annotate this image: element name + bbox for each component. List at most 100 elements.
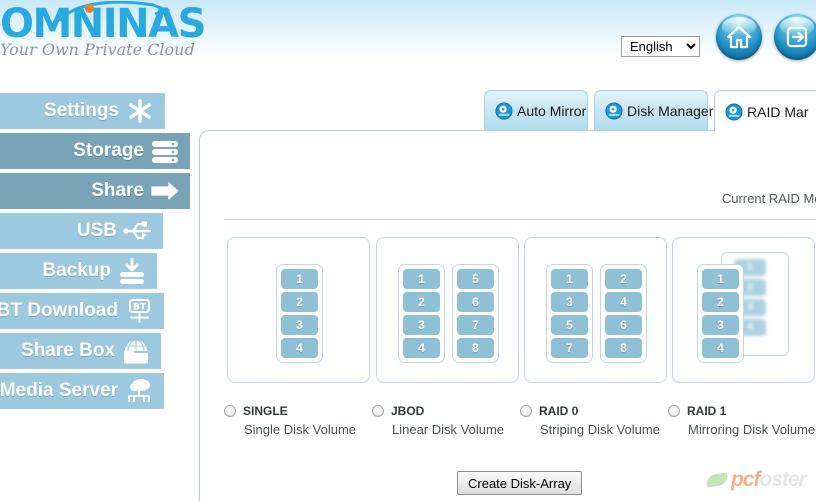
disk-column: 5 6 7 8	[452, 264, 499, 363]
radio-description: Striping Disk Volume	[540, 422, 660, 437]
tab-raid-manager[interactable]: RAID Mar	[714, 90, 816, 132]
disk-column: 1 2 3 4	[697, 264, 744, 363]
raid-diagram-raid0[interactable]: 1 3 5 7 2 4 6 8	[524, 237, 667, 383]
sidebar-item-label: Media Server	[0, 380, 118, 401]
radio-raid1[interactable]	[668, 405, 680, 417]
disk-slot: 1	[403, 269, 440, 289]
sidebar-item-label: Backup	[42, 260, 111, 281]
radio-label: SINGLE	[243, 404, 288, 418]
sidebar-item-label: BT Download	[0, 300, 118, 321]
disk-slot: 4	[403, 338, 440, 358]
create-disk-array-button[interactable]: Create Disk-Array	[457, 471, 583, 495]
disk-slot: 7	[457, 315, 494, 335]
radio-raid0[interactable]	[520, 405, 532, 417]
omninas-web-ui: OMNINAS Your Own Private Cloud English S…	[0, 0, 816, 501]
raid-diagram-jbod[interactable]: 1 2 3 4 5 6 7 8	[376, 237, 519, 383]
logout-icon	[786, 26, 808, 48]
radio-description: Single Disk Volume	[244, 422, 356, 437]
disk-slot: 2	[702, 292, 739, 312]
tab-label: RAID Mar	[747, 103, 809, 120]
logo-tagline: Your Own Private Cloud	[0, 40, 195, 59]
hard-disk-icon	[495, 101, 513, 120]
disk-column: 2 4 6 8	[600, 264, 647, 363]
radio-label: RAID 1	[687, 404, 727, 418]
home-icon	[726, 25, 752, 49]
disk-slot: 3	[702, 315, 739, 335]
raid-diagram-single[interactable]: 1 2 3 4	[227, 237, 370, 383]
disk-slot: 1	[281, 269, 318, 289]
raid-diagram-raid1[interactable]: 1 2 3 4 1 2 3 4	[672, 237, 815, 383]
sidebar-item-label: Settings	[44, 100, 119, 121]
watermark-part2: oster	[759, 468, 807, 491]
sidebar-item-share[interactable]: Share	[0, 173, 190, 209]
disk-slot: 1	[551, 269, 588, 289]
radio-description: Mirroring Disk Volume	[688, 422, 816, 437]
radio-label: JBOD	[391, 404, 425, 418]
tab-label: Disk Manager	[627, 102, 714, 119]
disk-slot: 8	[605, 338, 642, 358]
backup-icon	[115, 256, 149, 286]
disk-slot: 3	[551, 292, 588, 312]
current-raid-mode-label: Current RAID Mode	[721, 191, 816, 206]
pcfoster-watermark: pcf oster	[705, 468, 812, 492]
tab-disk-manager[interactable]: Disk Manager	[594, 90, 713, 130]
tab-label: Auto Mirror	[517, 102, 587, 119]
radio-single[interactable]	[224, 405, 236, 417]
disk-slot: 2	[605, 269, 642, 289]
sidebar-item-media-server[interactable]: Media Server	[0, 373, 164, 409]
disk-column: 1 2 3 4	[398, 264, 445, 363]
raid-option-single[interactable]: SINGLE Single Disk Volume	[224, 403, 374, 437]
sidebar-item-backup[interactable]: Backup	[0, 253, 157, 289]
divider	[224, 219, 816, 220]
disk-slot: 6	[605, 315, 642, 335]
disk-slot: 8	[457, 338, 494, 358]
main-navigation: Settings Storage Share USB Backup BT Dow…	[0, 93, 195, 413]
disk-slot: 7	[551, 338, 588, 358]
sidebar-item-share-box[interactable]: Share Box	[0, 333, 161, 369]
sidebar-item-label: Storage	[73, 140, 144, 161]
raid-option-raid0[interactable]: RAID 0 Striping Disk Volume	[520, 403, 670, 437]
sidebar-item-storage[interactable]: Storage	[0, 133, 190, 169]
disk-slot: 3	[403, 315, 440, 335]
disk-slot: 5	[457, 269, 494, 289]
home-button[interactable]	[716, 14, 762, 60]
sidebar-item-label: Share Box	[21, 340, 115, 361]
logout-button[interactable]	[774, 14, 816, 60]
share-box-icon	[119, 336, 153, 366]
bt-download-icon: BT	[122, 296, 156, 326]
svg-text:BT: BT	[133, 303, 147, 313]
sidebar-item-label: USB	[76, 220, 117, 241]
disk-slot: 2	[281, 292, 318, 312]
hard-disk-icon	[605, 101, 623, 120]
disk-column: 1 2 3 4	[276, 264, 323, 363]
hard-disk-icon	[725, 102, 743, 121]
disk-column: 1 3 5 7	[546, 264, 593, 363]
sidebar-item-bt-download[interactable]: BT Download BT	[0, 293, 164, 329]
radio-label: RAID 0	[539, 404, 579, 418]
disk-slot: 4	[281, 338, 318, 358]
disks-icon	[148, 136, 182, 166]
disk-slot: 4	[702, 338, 739, 358]
disk-slot: 1	[702, 269, 739, 289]
tools-icon	[123, 96, 157, 126]
tab-auto-mirror[interactable]: Auto Mirror	[484, 90, 588, 130]
brand-logo: OMNINAS Your Own Private Cloud	[0, 0, 206, 62]
raid-option-jbod[interactable]: JBOD Linear Disk Volume	[372, 403, 522, 437]
disk-slot: 2	[403, 292, 440, 312]
disk-slot: 5	[551, 315, 588, 335]
sidebar-item-settings[interactable]: Settings	[0, 93, 165, 129]
raid-option-raid1[interactable]: RAID 1 Mirroring Disk Volume	[668, 403, 816, 437]
disk-slot: 3	[281, 315, 318, 335]
sidebar-item-label: Share	[91, 180, 144, 201]
leaf-icon	[705, 472, 729, 488]
sidebar-item-usb[interactable]: USB	[0, 213, 163, 249]
media-server-icon	[122, 376, 156, 406]
usb-icon	[121, 216, 155, 246]
raid-manager-panel: Current RAID Mode 1 2 3 4 1 2 3 4	[199, 130, 816, 501]
watermark-part1: pcf	[731, 468, 760, 491]
disk-slot: 4	[605, 292, 642, 312]
radio-description: Linear Disk Volume	[392, 422, 504, 437]
language-select[interactable]: English	[621, 36, 700, 57]
radio-jbod[interactable]	[372, 405, 384, 417]
header-fade	[0, 58, 816, 88]
